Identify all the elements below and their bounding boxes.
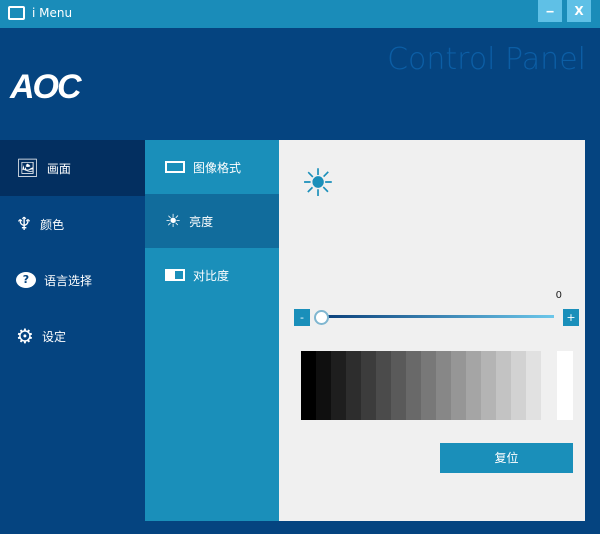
submenu-item-aspect[interactable]: 图像格式	[145, 140, 279, 194]
sidebar-item-settings[interactable]: ⚙ 设定	[0, 308, 145, 364]
decrease-button[interactable]: -	[294, 309, 310, 326]
sidebar: 🖼 画面 ♆ 颜色 ? 语言选择 ⚙ 设定	[0, 140, 145, 364]
reset-button[interactable]: 复位	[440, 443, 573, 473]
white-reference-bar	[557, 351, 573, 420]
sidebar-item-label: 画面	[46, 161, 71, 176]
contrast-icon	[165, 269, 185, 281]
sidebar-item-picture[interactable]: 🖼 画面	[0, 140, 145, 196]
gray-bar	[481, 351, 496, 420]
gray-bar	[316, 351, 331, 420]
gray-bar	[391, 351, 406, 420]
gray-bar	[466, 351, 481, 420]
sidebar-item-language[interactable]: ? 语言选择	[0, 252, 145, 308]
increase-button[interactable]: +	[563, 309, 579, 326]
gray-bar	[376, 351, 391, 420]
brightness-sun-icon: ☀	[301, 161, 336, 205]
brush-icon: ♆	[16, 213, 33, 235]
brightness-value: 0	[555, 290, 562, 301]
gray-bar	[301, 351, 316, 420]
submenu-item-label: 对比度	[193, 268, 230, 283]
submenu-item-contrast[interactable]: 对比度	[145, 248, 279, 302]
minimize-button[interactable]: ‒	[538, 0, 562, 22]
submenu-item-label: 图像格式	[193, 160, 242, 175]
gear-icon: ⚙	[16, 324, 34, 348]
grayscale-bars	[301, 351, 541, 420]
brightness-slider-thumb[interactable]	[314, 310, 329, 325]
close-button[interactable]: X	[567, 0, 591, 22]
brightness-panel: ☀ 0 - + 复位	[279, 140, 585, 521]
picture-icon: 🖼	[16, 157, 39, 179]
gray-bar	[406, 351, 421, 420]
sidebar-item-label: 语言选择	[44, 273, 93, 288]
sun-icon: ☀	[165, 210, 182, 232]
aoc-logo: AOC	[10, 68, 82, 106]
help-bubble-icon: ?	[16, 272, 36, 288]
gray-bar	[361, 351, 376, 420]
gray-bar	[421, 351, 436, 420]
aspect-icon	[165, 161, 185, 173]
gray-bar	[451, 351, 466, 420]
submenu-item-label: 亮度	[189, 214, 214, 229]
gray-bar	[526, 351, 541, 420]
window-title: i Menu	[32, 6, 73, 20]
app-monitor-icon	[8, 6, 25, 20]
gray-bar	[346, 351, 361, 420]
submenu: 图像格式 ☀ 亮度 对比度	[145, 140, 279, 521]
panel-title: Control Panel	[387, 42, 586, 77]
brightness-slider-track[interactable]	[322, 315, 554, 318]
sidebar-item-label: 颜色	[40, 217, 65, 232]
gray-bar	[511, 351, 526, 420]
title-bar: i Menu ‒ X	[0, 0, 600, 28]
gray-bar	[436, 351, 451, 420]
sidebar-item-label: 设定	[41, 329, 66, 344]
gray-bar	[331, 351, 346, 420]
sidebar-item-color[interactable]: ♆ 颜色	[0, 196, 145, 252]
submenu-item-brightness[interactable]: ☀ 亮度	[145, 194, 279, 248]
gray-bar	[496, 351, 511, 420]
